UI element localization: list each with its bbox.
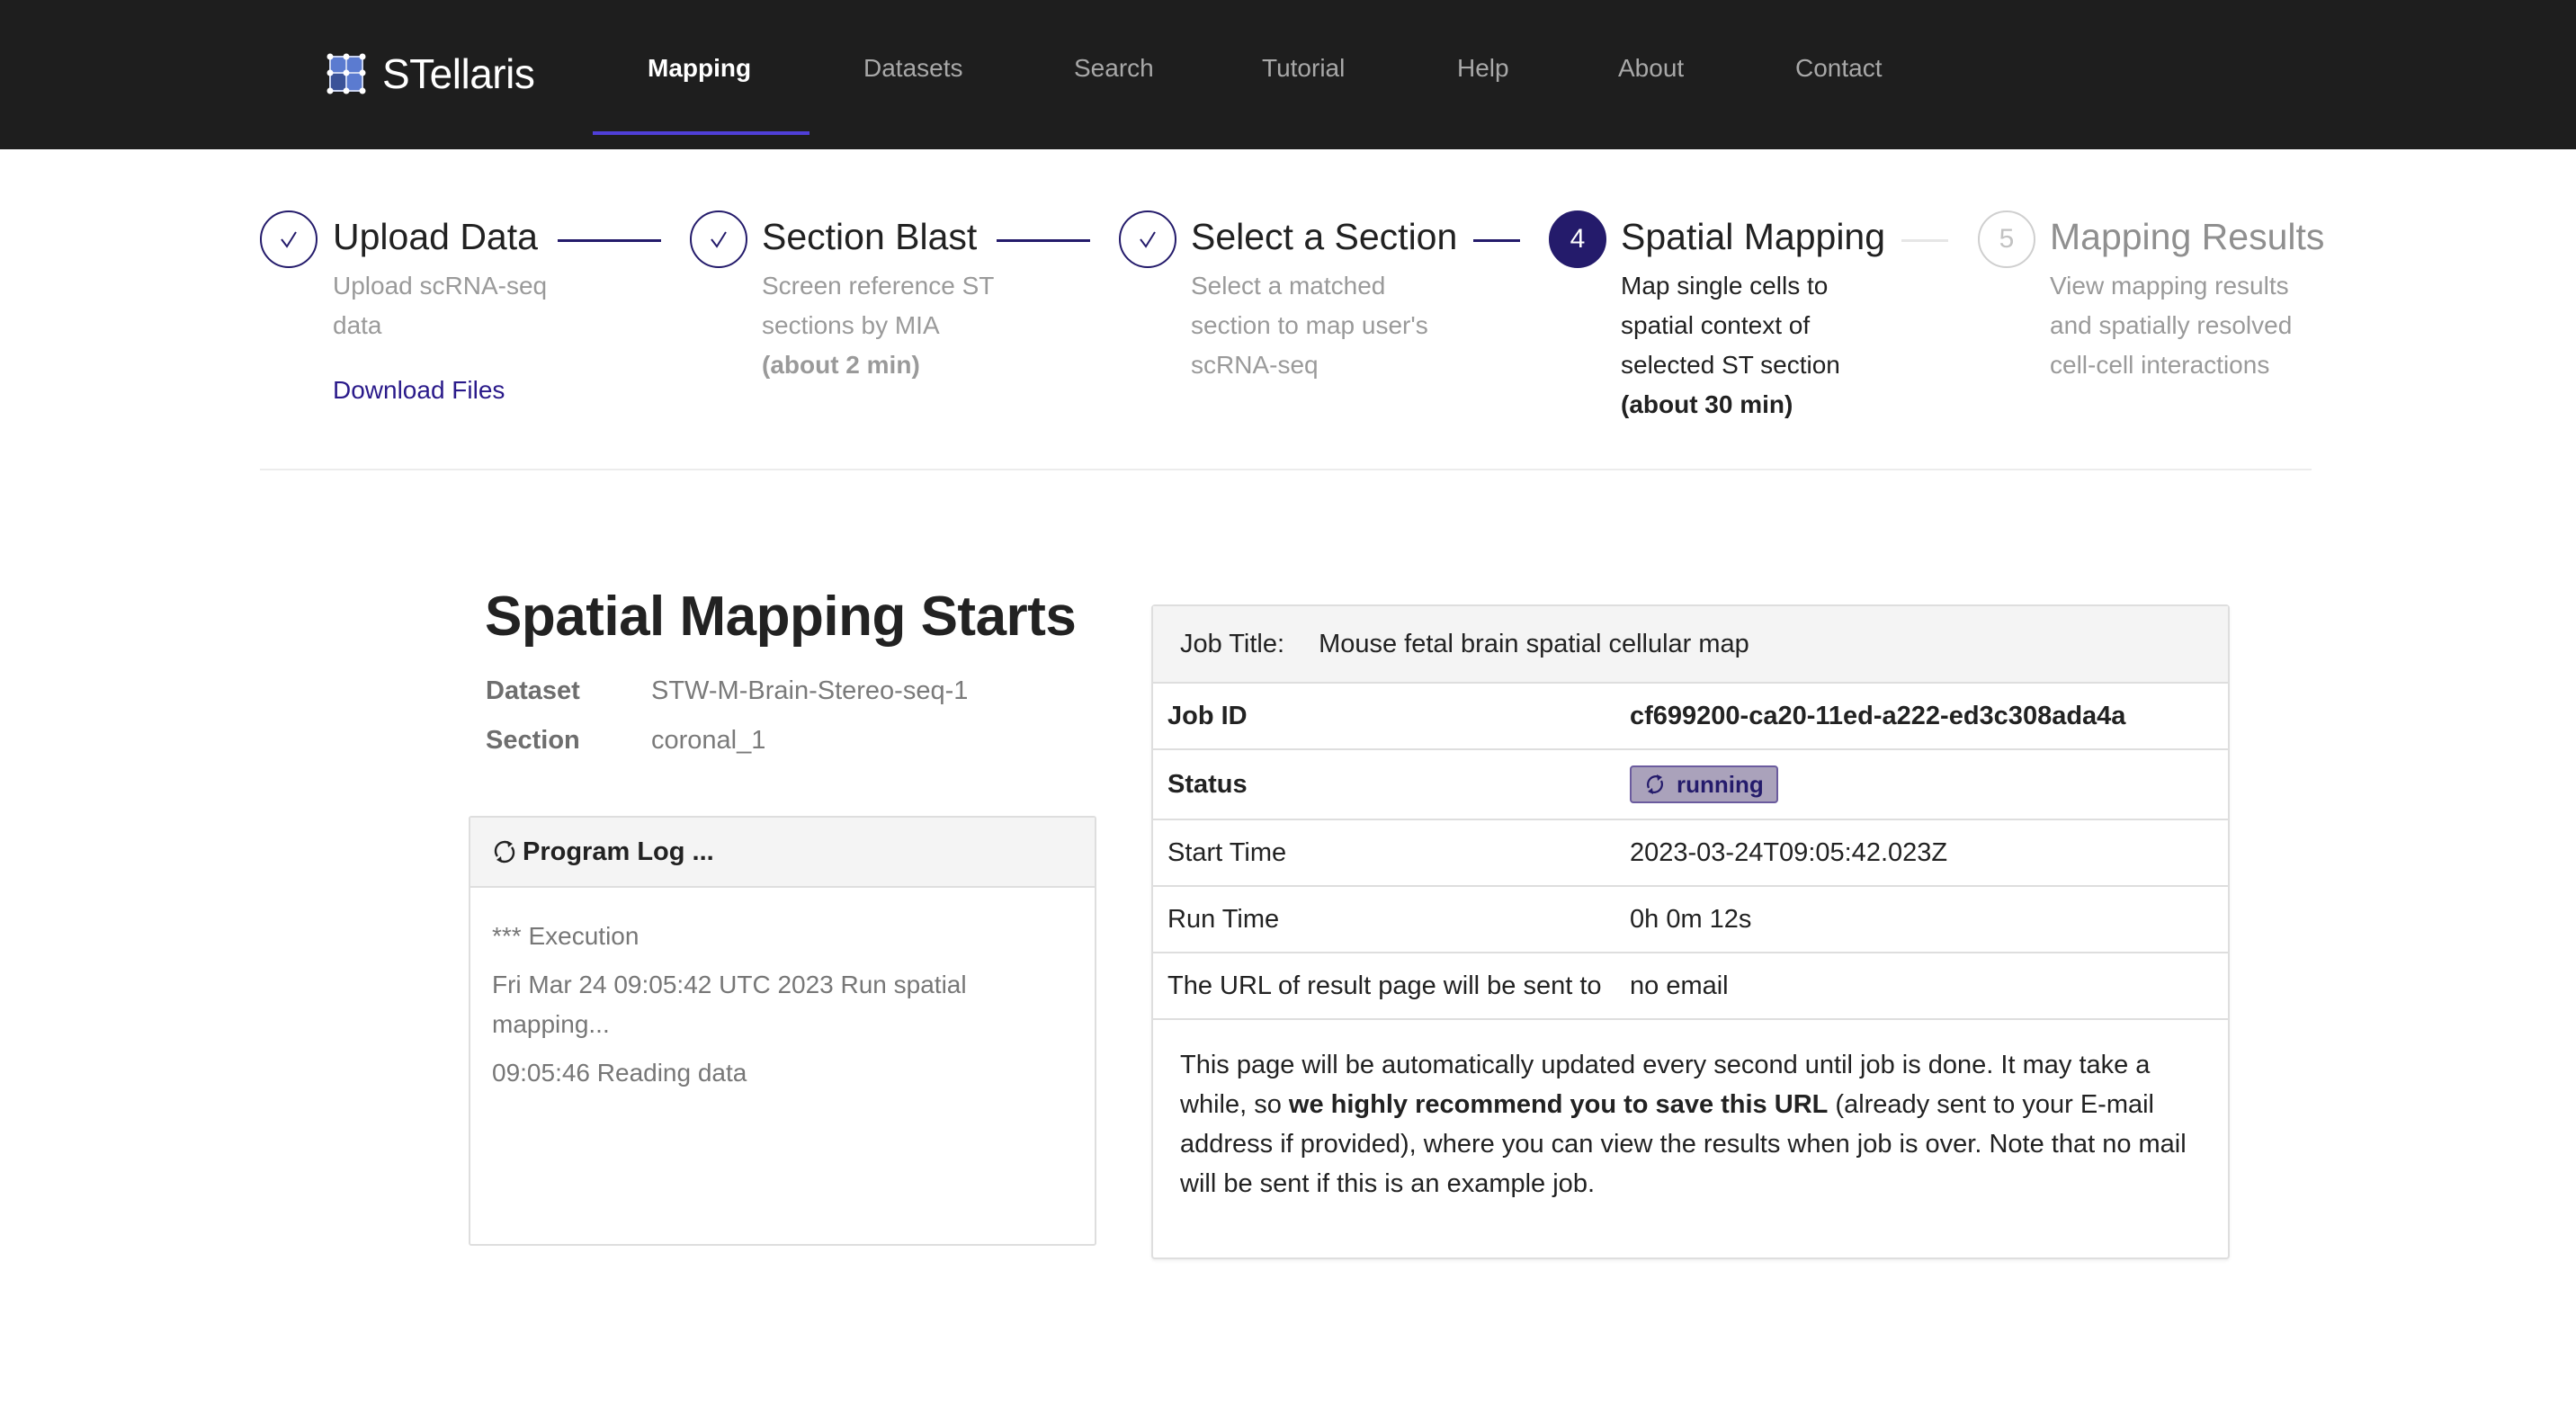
page-title: Spatial Mapping Starts (485, 586, 1077, 648)
table-row: Run Time 0h 0m 12s (1153, 887, 2228, 953)
dataset-label: Dataset (486, 676, 580, 705)
status-label: Status (1167, 769, 1248, 799)
job-title-value: Mouse fetal brain spatial cellular map (1319, 629, 1749, 658)
step-4-number-badge: 4 (1549, 210, 1606, 268)
nav-item-search[interactable]: Search (1074, 54, 1154, 83)
step-4-duration: (about 30 min) (1621, 390, 1793, 418)
step-1-check-icon (260, 210, 318, 268)
step-4-desc-text: Map single cells to spatial context of s… (1621, 272, 1840, 379)
step-2-duration: (about 2 min) (762, 351, 920, 379)
step-connector (1901, 239, 1948, 242)
start-time-label: Start Time (1167, 837, 1287, 867)
program-log-body: *** Execution Fri Mar 24 09:05:42 UTC 20… (470, 888, 1095, 1093)
job-info-card: Job Title: Mouse fetal brain spatial cel… (1151, 604, 2230, 1259)
step-3-check-icon (1119, 210, 1176, 268)
step-2-check-icon (690, 210, 747, 268)
run-time-value: 0h 0m 12s (1630, 904, 1752, 934)
nav-item-contact[interactable]: Contact (1795, 54, 1883, 83)
step-2-title: Section Blast (762, 216, 978, 257)
section-label: Section (486, 726, 580, 755)
log-line: Fri Mar 24 09:05:42 UTC 2023 Run spatial… (492, 971, 967, 1038)
section-divider (260, 469, 2312, 470)
step-1-title: Upload Data (333, 216, 538, 257)
step-connector (1473, 239, 1520, 242)
stellaris-logo-icon (326, 53, 366, 94)
dataset-value: STW-M-Brain-Stereo-seq-1 (651, 676, 969, 705)
start-time-value: 2023-03-24T09:05:42.023Z (1630, 837, 1948, 867)
step-3-title: Select a Section (1191, 216, 1458, 257)
table-row: The URL of result page will be sent to n… (1153, 953, 2228, 1020)
nav-item-tutorial[interactable]: Tutorial (1262, 54, 1345, 83)
step-1-description: Upload scRNA-seq data (333, 272, 548, 339)
job-title-label: Job Title: (1180, 629, 1285, 658)
program-log-header: Program Log ... (470, 818, 1095, 888)
top-navbar: STellaris Mapping Datasets Search Tutori… (0, 0, 2576, 149)
nav-item-about[interactable]: About (1618, 54, 1684, 83)
nav-item-datasets[interactable]: Datasets (863, 54, 963, 83)
status-text: running (1677, 770, 1764, 798)
table-row: Job ID cf699200-ca20-11ed-a222-ed3c308ad… (1153, 684, 2228, 750)
table-row: Start Time 2023-03-24T09:05:42.023Z (1153, 820, 2228, 887)
auto-update-notice: This page will be automatically updated … (1153, 1020, 2228, 1204)
section-value: coronal_1 (651, 726, 766, 755)
nav-item-help[interactable]: Help (1457, 54, 1509, 83)
log-line: 09:05:46 Reading data (492, 1059, 747, 1087)
nav-item-mapping[interactable]: Mapping (648, 54, 751, 83)
refresh-icon (494, 840, 515, 864)
job-id-value: cf699200-ca20-11ed-a222-ed3c308ada4a (1630, 701, 2126, 730)
job-title-header: Job Title: Mouse fetal brain spatial cel… (1153, 606, 2228, 684)
refresh-icon (1647, 774, 1663, 794)
step-connector (997, 239, 1090, 242)
step-connector (558, 239, 661, 242)
step-4-description: Map single cells to spatial context of s… (1621, 266, 1882, 425)
program-log-panel: Program Log ... *** Execution Fri Mar 24… (469, 816, 1096, 1246)
status-badge: running (1630, 765, 1778, 803)
step-5-number-badge: 5 (1978, 210, 2035, 268)
program-log-title: Program Log ... (523, 837, 714, 866)
brand[interactable]: STellaris (326, 47, 535, 101)
step-4-title: Spatial Mapping (1621, 216, 1886, 257)
step-5-description: View mapping results and spatially resol… (2050, 272, 2293, 379)
step-2-desc-text: Screen reference ST sections by MIA (762, 272, 994, 339)
step-5-title: Mapping Results (2050, 216, 2325, 257)
result-url-recipient-label: The URL of result page will be sent to (1167, 971, 1602, 1000)
log-line: *** Execution (492, 922, 640, 950)
notice-emphasis: we highly recommend you to save this URL (1288, 1090, 1829, 1119)
active-nav-indicator (593, 131, 809, 135)
table-row: Status running (1153, 750, 2228, 820)
job-id-label: Job ID (1167, 701, 1248, 730)
step-3-description: Select a matched section to map user's s… (1191, 272, 1428, 379)
brand-name: STellaris (382, 50, 535, 97)
status-cell: running (1630, 765, 1778, 803)
result-url-recipient-value: no email (1630, 971, 1729, 1000)
step-2-description: Screen reference ST sections by MIA (abo… (762, 266, 1032, 385)
download-files-link[interactable]: Download Files (333, 376, 505, 405)
run-time-label: Run Time (1167, 904, 1280, 934)
